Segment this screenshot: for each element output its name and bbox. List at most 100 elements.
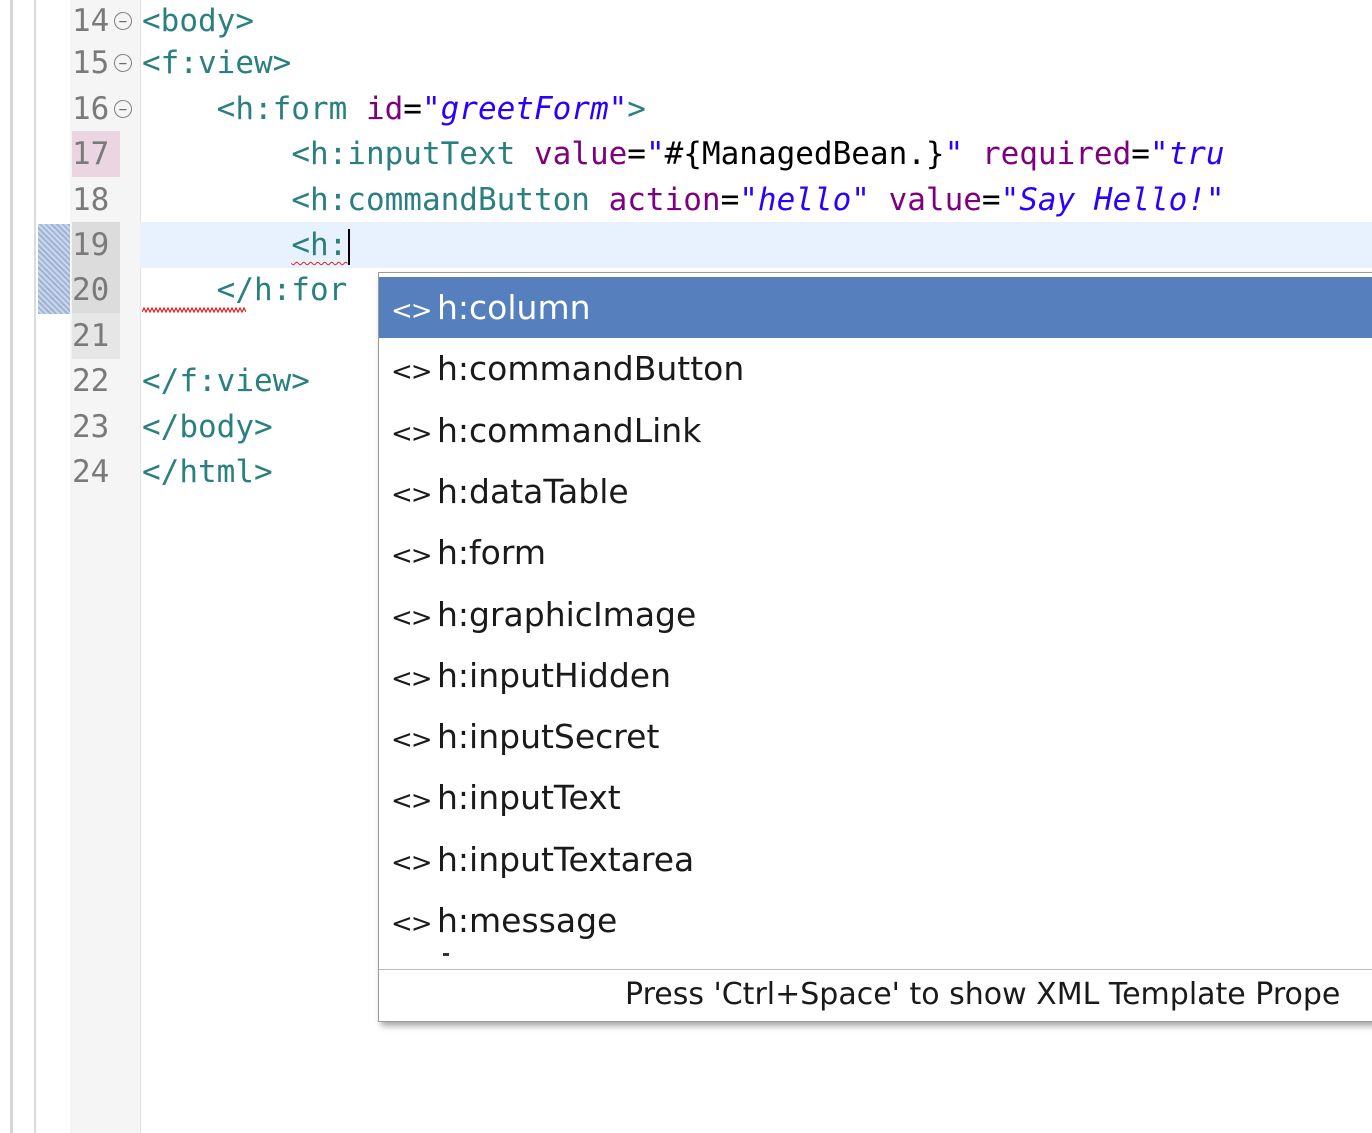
line-number: 18 <box>72 182 110 218</box>
code-token: </f:view> <box>142 363 310 399</box>
proposal-label: h:message <box>437 901 618 940</box>
code-token: </html> <box>142 454 273 490</box>
proposal-label: h:inputText <box>437 778 621 818</box>
code-token: " <box>1149 136 1169 172</box>
code-token: " <box>739 182 758 218</box>
xml-tag-icon: <> <box>391 296 433 326</box>
code-token: <body> <box>142 3 254 39</box>
line-number: 22 <box>72 363 110 399</box>
line-number: 23 <box>72 409 110 445</box>
popup-footer-hint: Press 'Ctrl+Space' to show XML Template … <box>625 977 1341 1012</box>
occurrence-marker[interactable] <box>38 224 71 314</box>
code-token: value <box>888 182 982 218</box>
code-token: = <box>403 91 422 127</box>
fold-toggle-icon[interactable]: − <box>114 54 132 72</box>
code-token: = <box>720 182 740 218</box>
code-token: " <box>645 136 665 172</box>
proposal-item[interactable]: <> h:inputSecret <box>379 706 1372 767</box>
code-token: id <box>365 91 404 127</box>
code-line[interactable]: </body> <box>142 404 273 450</box>
line-number: 20 <box>72 267 120 313</box>
proposal-item[interactable]: <> h:dataTable <box>379 461 1372 522</box>
proposal-item[interactable]: <> h:graphicImage <box>379 584 1372 645</box>
code-token: <h: <box>291 227 348 263</box>
text-cursor <box>348 228 351 265</box>
code-token: " <box>851 182 870 218</box>
code-token: </h:for <box>216 272 348 308</box>
proposal-label: h:inputTextarea <box>437 839 695 879</box>
xml-tag-icon: <> <box>391 541 433 572</box>
code-token: = <box>627 136 646 172</box>
line-number: 21 <box>72 313 120 359</box>
code-token: <f:view> <box>142 45 292 81</box>
code-token: #{ManagedBean.} <box>664 136 945 172</box>
margin-divider <box>34 0 36 1133</box>
fold-toggle-icon[interactable]: − <box>114 100 132 118</box>
proposal-item[interactable]: <> h:message <box>379 890 1372 951</box>
proposal-item[interactable]: <> h:column <box>379 277 1372 338</box>
proposal-item[interactable]: <> h:inputTextarea <box>379 829 1372 890</box>
code-line[interactable]: </html> <box>142 449 273 495</box>
proposal-label: h:commandButton <box>437 349 745 389</box>
line-number: 19 <box>72 222 120 268</box>
proposal-label: h:commandLink <box>437 410 702 450</box>
xml-tag-icon: <> <box>391 663 433 694</box>
code-token: <h:inputText <box>291 136 534 172</box>
autocomplete-popup[interactable]: <> h:column <> h:commandButton <> h:commandLi… <box>378 272 1372 1022</box>
code-line[interactable]: <h:commandButton action="hello" value="S… <box>142 177 1225 223</box>
line-number: 14 <box>72 3 110 39</box>
xml-tag-icon: <> <box>391 479 433 510</box>
code-line[interactable]: <h:form id="greetForm"> <box>142 86 646 132</box>
line-number: 16 <box>72 91 110 127</box>
partially-visible-item <box>443 953 449 956</box>
line-number: 24 <box>72 454 110 490</box>
popup-divider <box>379 969 1372 970</box>
code-token: " <box>608 91 628 127</box>
line-number: 17 <box>72 131 120 177</box>
proposal-label: h:inputHidden <box>437 655 672 695</box>
proposal-label: h:inputSecret <box>437 717 660 757</box>
code-token: </body> <box>142 409 273 445</box>
xml-tag-icon: <> <box>391 725 433 756</box>
error-squiggle <box>142 306 246 314</box>
code-token: = <box>1131 136 1150 172</box>
code-line[interactable]: <h: <box>142 222 351 268</box>
xml-tag-icon: <> <box>391 847 433 878</box>
proposal-label: h:dataTable <box>437 471 629 511</box>
code-token: = <box>981 182 1001 218</box>
code-token: tru <box>1168 136 1225 172</box>
left-margin <box>0 0 38 1133</box>
proposal-item[interactable]: <> h:inputHidden <box>379 645 1372 706</box>
code-token: > <box>627 91 646 127</box>
code-token: greetForm <box>440 91 609 127</box>
proposal-item[interactable]: <> h:form <box>379 522 1372 583</box>
margin-divider <box>10 0 13 1133</box>
code-line[interactable]: <f:view> <box>142 40 291 86</box>
code-token: " <box>944 136 964 172</box>
proposal-label: h:column <box>437 288 591 327</box>
xml-tag-icon: <> <box>391 786 433 817</box>
xml-tag-icon: <> <box>391 418 433 449</box>
code-token: " <box>1205 182 1225 218</box>
code-token: value <box>533 136 628 172</box>
code-token: <h:form <box>216 91 366 127</box>
code-line[interactable]: <body> <box>142 0 254 44</box>
xml-tag-icon: <> <box>391 909 433 939</box>
proposal-label: h:form <box>437 533 546 573</box>
code-token: hello <box>757 182 852 218</box>
code-token: <h:commandButton <box>291 182 609 218</box>
proposal-item[interactable]: <> h:inputText <box>379 767 1372 828</box>
code-line[interactable]: <h:inputText value="#{ManagedBean.}" req… <box>142 131 1225 177</box>
proposal-item[interactable]: <> h:commandButton <box>379 338 1372 399</box>
line-number: 15 <box>72 45 110 81</box>
code-line[interactable]: </f:view> <box>142 358 310 404</box>
proposal-item[interactable]: <> h:commandLink <box>379 400 1372 461</box>
fold-toggle-icon[interactable]: − <box>114 12 132 30</box>
code-token: " <box>421 91 441 127</box>
